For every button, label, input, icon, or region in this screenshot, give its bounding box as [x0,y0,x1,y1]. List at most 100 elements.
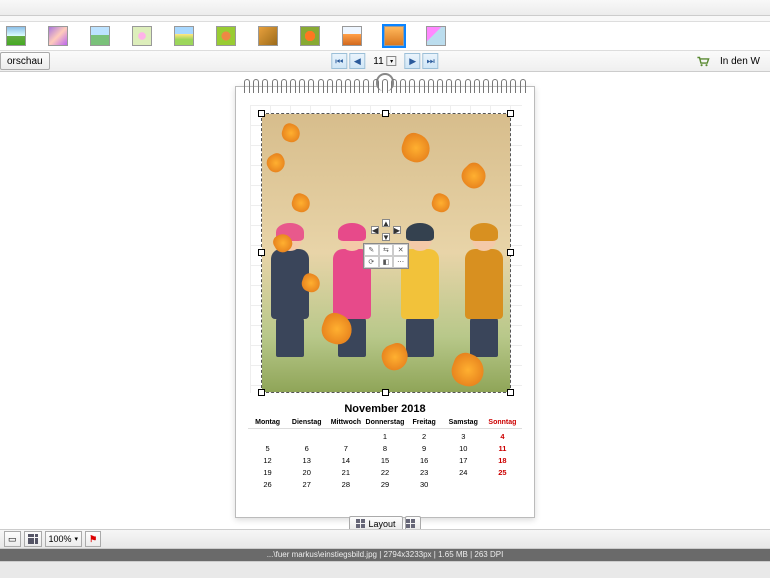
calendar-month-title: November 2018 [236,403,534,415]
resize-handle-ml[interactable] [258,249,265,256]
calendar-cell: 10 [444,443,483,455]
tool-1[interactable]: ✎ [364,244,379,256]
calendar-cell: 1 [365,431,404,443]
calendar-cell: 14 [326,455,365,467]
calendar-cell: 8 [365,443,404,455]
thumb-page-8[interactable] [300,26,320,46]
last-page-button[interactable]: ⏭ [423,53,439,69]
tool-3[interactable]: ✕ [393,244,408,256]
calendar-row: 2627282930 [248,479,522,491]
calendar-cell: 21 [326,467,365,479]
calendar-cell: 23 [405,467,444,479]
calendar-cell: 25 [483,467,522,479]
weekday-thu: Donnerstag [365,419,404,426]
page-thumbnails [0,22,770,50]
calendar-cell [326,431,365,443]
spiral-binding [244,79,526,93]
calendar-cell: 26 [248,479,287,491]
calendar-cell [287,431,326,443]
resize-handle-bm[interactable] [382,389,389,396]
menubar-area [0,0,770,16]
view-toolbar: ▭ 100% ⚑ [0,529,770,549]
calendar-row: 19202122232425 [248,467,522,479]
calendar-row: 1234 [248,431,522,443]
calendar-page-preview: ▲ ▼ ◀ ▶ ✎ ⇆ ✕ ⟳ ◧ ⋯ November 2018 Montag [235,86,535,518]
status-gap [0,561,770,572]
page-number-display: 11 ▾ [373,56,396,67]
calendar-cell: 20 [287,467,326,479]
thumb-page-9[interactable] [342,26,362,46]
weekday-mon: Montag [248,419,287,426]
resize-handle-br[interactable] [507,389,514,396]
move-left[interactable]: ◀ [371,226,379,234]
calendar-cell: 6 [287,443,326,455]
weekday-fri: Freitag [405,419,444,426]
calendar-cell: 11 [483,443,522,455]
thumb-page-1[interactable] [6,26,26,46]
tool-6[interactable]: ⋯ [393,256,408,268]
thumb-page-6[interactable] [216,26,236,46]
calendar-weekday-header: Montag Dienstag Mittwoch Donnerstag Frei… [248,419,522,429]
move-up[interactable]: ▲ [382,219,390,227]
cart-icon [696,55,710,67]
thumb-page-11[interactable] [426,26,446,46]
calendar-cell: 3 [444,431,483,443]
preview-button[interactable]: orschau [0,52,50,70]
thumb-page-4[interactable] [132,26,152,46]
calendar-cell [483,479,522,491]
editor-canvas: ▲ ▼ ◀ ▶ ✎ ⇆ ✕ ⟳ ◧ ⋯ November 2018 Montag [0,76,770,531]
page-number-value: 11 [373,56,383,67]
calendar-cell [444,479,483,491]
tool-5[interactable]: ◧ [379,256,394,268]
tool-4[interactable]: ⟳ [364,256,379,268]
calendar-cell: 30 [405,479,444,491]
calendar-cell: 16 [405,455,444,467]
page-nav-bar: orschau ⏮ ◀ 11 ▾ ▶ ⏭ In den W [0,50,770,72]
calendar-cell: 15 [365,455,404,467]
calendar-cell: 19 [248,467,287,479]
resize-handle-mr[interactable] [507,249,514,256]
resize-handle-tl[interactable] [258,110,265,117]
warning-button[interactable]: ⚑ [85,531,101,547]
tool-2[interactable]: ⇆ [379,244,394,256]
page-dropdown[interactable]: ▾ [387,56,397,66]
move-arrows: ▲ ▼ ◀ ▶ [371,219,401,241]
thumb-page-2[interactable] [48,26,68,46]
thumb-page-10[interactable] [384,26,404,46]
calendar-grid: Montag Dienstag Mittwoch Donnerstag Frei… [248,419,522,491]
move-right[interactable]: ▶ [393,226,401,234]
calendar-cell: 7 [326,443,365,455]
prev-page-button[interactable]: ◀ [349,53,365,69]
thumb-page-3[interactable] [90,26,110,46]
calendar-cell: 13 [287,455,326,467]
add-to-cart-button[interactable]: In den W [714,52,766,70]
footer-strip [0,572,770,578]
resize-handle-tm[interactable] [382,110,389,117]
calendar-cell: 12 [248,455,287,467]
status-bar: ...\fuer markus\einstiegsbild.jpg | 2794… [0,549,770,561]
zoom-dropdown[interactable]: 100% [45,531,83,547]
calendar-cell: 5 [248,443,287,455]
photo-selection[interactable]: ▲ ▼ ◀ ▶ ✎ ⇆ ✕ ⟳ ◧ ⋯ [262,114,510,392]
weekday-wed: Mittwoch [326,419,365,426]
calendar-cell: 29 [365,479,404,491]
view-single-button[interactable]: ▭ [4,531,21,547]
next-page-button[interactable]: ▶ [405,53,421,69]
first-page-button[interactable]: ⏮ [331,53,347,69]
calendar-row: 12131415161718 [248,455,522,467]
calendar-cell: 9 [405,443,444,455]
move-down[interactable]: ▼ [382,233,390,241]
thumb-page-7[interactable] [258,26,278,46]
calendar-cell: 24 [444,467,483,479]
calendar-cell: 4 [483,431,522,443]
weekday-tue: Dienstag [287,419,326,426]
resize-handle-tr[interactable] [507,110,514,117]
calendar-cell [248,431,287,443]
thumb-page-5[interactable] [174,26,194,46]
inline-edit-toolbar: ✎ ⇆ ✕ ⟳ ◧ ⋯ [363,243,409,269]
calendar-cell: 18 [483,455,522,467]
photo-drop-area[interactable]: ▲ ▼ ◀ ▶ ✎ ⇆ ✕ ⟳ ◧ ⋯ [250,105,522,393]
view-grid-button[interactable] [24,531,42,547]
resize-handle-bl[interactable] [258,389,265,396]
weekday-sun: Sonntag [483,419,522,426]
